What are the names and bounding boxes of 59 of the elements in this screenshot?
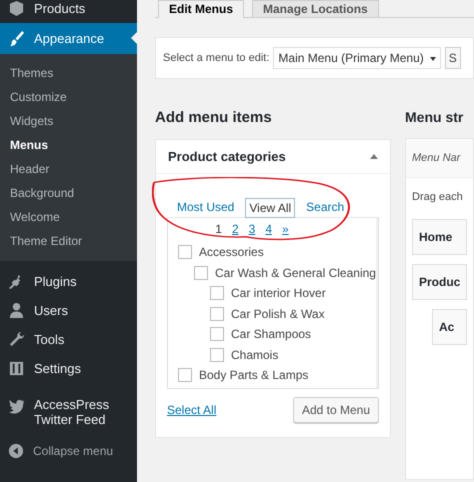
sidebar-item[interactable]: Plugins [0, 267, 137, 296]
checkbox[interactable] [210, 327, 224, 342]
category-label: Car Shampoos [231, 327, 312, 342]
sidebar-item[interactable]: Products [0, 0, 137, 23]
category-label: Car interior Hover [231, 286, 326, 300]
sidebar-item[interactable]: Settings [0, 354, 137, 383]
bird-icon [8, 397, 25, 414]
checkbox[interactable] [194, 266, 208, 280]
panel-title: Product categories [168, 149, 286, 164]
select-label: Select a menu to edit: [163, 52, 270, 64]
checkbox[interactable] [210, 348, 224, 362]
tab[interactable]: Most Used [174, 198, 238, 217]
category-label: Chamois [231, 348, 278, 362]
submenu-item[interactable]: Themes [0, 61, 137, 85]
tab[interactable]: Manage Locations [252, 0, 379, 17]
category-label: Car Polish & Wax [231, 306, 325, 321]
sidebar-item[interactable]: Users [0, 296, 137, 325]
menu-dropdown[interactable]: Main Menu (Primary Menu) [273, 47, 441, 69]
checkbox[interactable] [210, 286, 224, 300]
category-label: Accessories [199, 245, 264, 260]
checkbox[interactable] [178, 368, 192, 382]
submenu-item[interactable]: Menus [0, 133, 137, 157]
collapse-icon [8, 443, 24, 459]
sidebar-item[interactable]: Tools [0, 325, 137, 354]
brush-icon [8, 30, 25, 47]
checkbox[interactable] [178, 245, 192, 260]
sidebar-item[interactable]: Appearance [0, 23, 137, 54]
menu-item[interactable]: Ac [432, 309, 468, 345]
submenu-item[interactable]: Background [0, 181, 137, 205]
page-link[interactable]: » [282, 222, 289, 236]
submenu-item[interactable]: Widgets [0, 109, 137, 133]
menu-item[interactable]: Produc [412, 264, 468, 300]
section-heading: Add menu items [155, 109, 273, 126]
page-link[interactable]: 3 [248, 222, 256, 236]
category-label: Body Parts & Lamps [199, 368, 308, 382]
menu-item[interactable]: Home [412, 219, 468, 255]
hint-text: Drag each [412, 191, 464, 203]
tab[interactable]: Search [303, 198, 348, 217]
page-link[interactable]: 4 [265, 222, 272, 236]
tab[interactable]: Edit Menus [158, 0, 244, 18]
select-button[interactable]: S [444, 47, 461, 69]
collapse-menu-button[interactable]: Collapse menu [0, 433, 137, 469]
submenu-item[interactable]: Theme Editor [0, 229, 137, 253]
sidebar-item[interactable]: AccessPress Twitter Feed [0, 391, 137, 433]
box-icon [8, 0, 25, 17]
checkbox[interactable] [210, 306, 224, 321]
submenu-item[interactable]: Welcome [0, 205, 137, 229]
sliders-icon [8, 360, 25, 377]
wrench-icon [8, 331, 25, 348]
menu-name-label: Menu Nar [412, 152, 460, 164]
submenu-item[interactable]: Customize [0, 85, 137, 109]
select-all-link[interactable]: Select All [167, 403, 216, 417]
page-link[interactable]: 2 [232, 222, 239, 236]
tab[interactable]: View All [245, 198, 296, 218]
category-label: Car Wash & General Cleaning [215, 266, 376, 280]
add-to-menu-button[interactable]: Add to Menu [292, 397, 379, 423]
section-heading: Menu str [405, 109, 464, 125]
user-icon [8, 302, 25, 319]
submenu-item[interactable]: Header [0, 157, 137, 181]
